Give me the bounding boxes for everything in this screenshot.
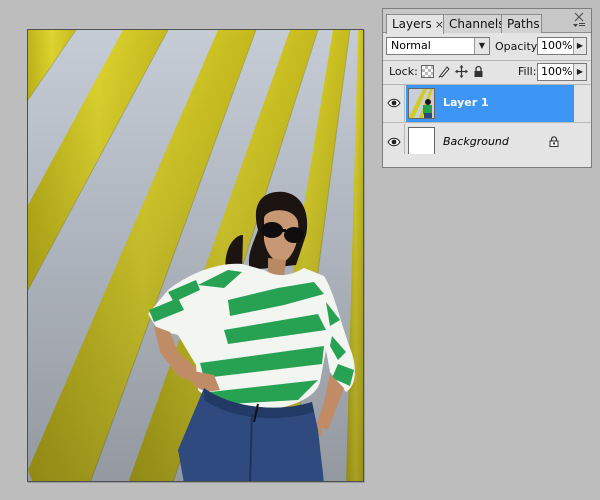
opacity-field[interactable]: 100% ▶ [537,37,587,55]
panel-tab-bar: Layers × Channels Paths [383,9,591,34]
opacity-value: 100% [541,39,573,52]
chevron-right-icon[interactable]: ▶ [573,38,586,54]
fill-field[interactable]: 100% ▶ [537,63,587,81]
photo-image [28,30,363,481]
layer-row-layer-1[interactable]: Layer 1 [383,85,591,123]
blend-mode-value: Normal [391,39,431,52]
blend-mode-select[interactable]: Normal ▼ [386,37,490,55]
lock-transparency-icon[interactable] [421,65,434,78]
eye-icon[interactable] [387,98,401,108]
blend-row: Normal ▼ Opacity: 100% ▶ [383,36,591,60]
lock-all-icon[interactable] [472,65,485,78]
panel-menu-icon[interactable] [570,10,588,32]
fill-value: 100% [541,65,573,78]
fill-label: Fill: [518,65,537,78]
lock-label: Lock: [389,65,418,78]
tab-paths[interactable]: Paths [501,14,542,33]
layer-name[interactable]: Background [443,135,509,148]
layer-thumbnail [408,88,435,119]
eye-icon[interactable] [387,137,401,147]
close-icon[interactable]: × [435,18,444,31]
lock-position-icon[interactable] [455,65,468,78]
tab-channels[interactable]: Channels [443,14,505,33]
layers-panel: Layers × Channels Paths Normal ▼ Opacity:… [382,8,592,168]
tab-paths-label: Paths [507,17,540,31]
chevron-down-icon[interactable]: ▼ [474,38,489,54]
divider [383,60,591,61]
tab-layers[interactable]: Layers × [386,14,444,34]
document-canvas[interactable] [27,29,364,482]
layer-name[interactable]: Layer 1 [443,96,489,109]
lock-icon [549,136,559,150]
lock-image-icon[interactable] [438,65,451,78]
tab-layers-label: Layers [392,17,432,31]
tab-channels-label: Channels [449,17,505,31]
panel-footer [383,154,591,167]
visibility-toggle[interactable] [383,85,405,122]
opacity-label: Opacity: [495,40,541,53]
chevron-right-icon[interactable]: ▶ [573,64,586,80]
